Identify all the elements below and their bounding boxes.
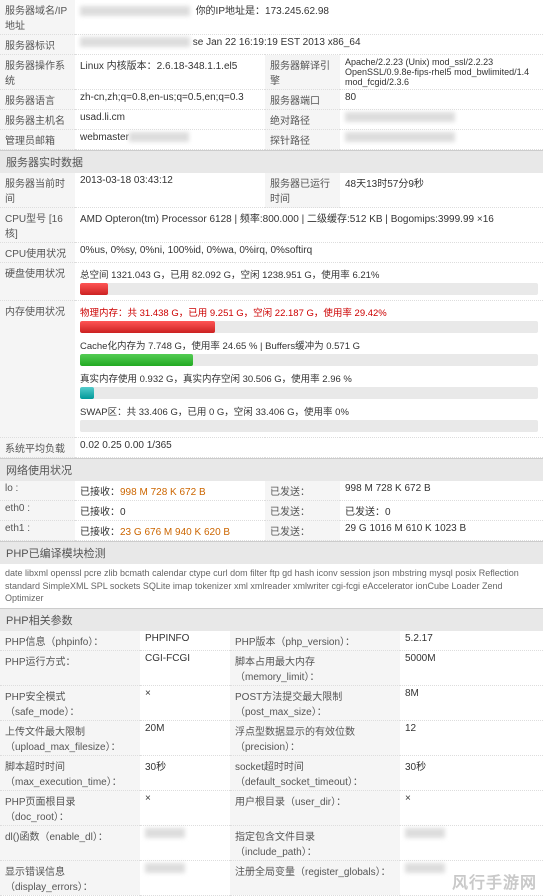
- exectime-value: 30秒: [140, 755, 230, 790]
- docroot-value: ×: [140, 790, 230, 825]
- lo-label: lo :: [0, 481, 75, 501]
- memlimit-label: 脚本占用最大内存（memory_limit）：: [230, 650, 400, 685]
- lo-tx: 998 M 728 K 672 B: [340, 481, 543, 501]
- phpmod-list: date libxml openssl pcre zlib bcmath cal…: [0, 564, 543, 608]
- phpver-value: 5.2.17: [400, 631, 543, 651]
- eth0-label: eth0 :: [0, 501, 75, 521]
- eth0-tx-lbl: 已发送：: [265, 501, 340, 521]
- phpparam-header: PHP相关参数: [0, 608, 543, 631]
- uptime-label: 服务器已运行时间: [265, 173, 340, 208]
- port-value: 80: [340, 90, 543, 110]
- upload-value: 20M: [140, 720, 230, 755]
- probe-label: 探针路径: [265, 130, 340, 150]
- mem-block: 物理内存：共 31.438 G，已用 9.251 G，空闲 22.187 G，使…: [75, 301, 543, 438]
- engine-label: 服务器解译引擎: [265, 55, 340, 90]
- precision-value: 12: [400, 720, 543, 755]
- admin-label: 管理员邮箱: [0, 130, 75, 150]
- postmax-value: 8M: [400, 685, 543, 720]
- server-id-value: se Jan 22 16:19:19 EST 2013 x86_64: [75, 35, 543, 55]
- includepath-label: 指定包含文件目录（include_path）：: [230, 825, 400, 860]
- server-info-table: 服务器域名/IP地址 你的IP地址是：173.245.62.98 服务器标识 s…: [0, 0, 543, 150]
- realtime-table: 服务器当前时间 2013-03-18 03:43:12 服务器已运行时间 48天…: [0, 173, 543, 458]
- eth1-tx-lbl: 已发送：: [265, 521, 340, 541]
- phpver-label: PHP版本（php_version）：: [230, 631, 400, 651]
- runmode-value: CGI-FCGI: [140, 650, 230, 685]
- displayerr-label: 显示错误信息（display_errors）：: [0, 860, 140, 895]
- load-value: 0.02 0.25 0.00 1/365: [75, 438, 543, 458]
- cpu-usage-value: 0%us, 0%sy, 0%ni, 100%id, 0%wa, 0%irq, 0…: [75, 243, 543, 263]
- os-label: 服务器操作系统: [0, 55, 75, 90]
- hostname-value: usad.li.cm: [75, 110, 265, 130]
- disk-bar: [80, 283, 538, 295]
- admin-value: webmaster: [75, 130, 265, 150]
- domain-ip-value: 你的IP地址是：173.245.62.98: [75, 0, 543, 35]
- mem-phys-bar: [80, 321, 538, 333]
- lo-tx-lbl: 已发送：: [265, 481, 340, 501]
- displayerr-value: [140, 860, 230, 895]
- network-header: 网络使用状况: [0, 458, 543, 481]
- disk-value: 总空间 1321.043 G，已用 82.092 G，空闲 1238.951 G…: [75, 263, 543, 301]
- engine-value: Apache/2.2.23 (Unix) mod_ssl/2.2.23 Open…: [340, 55, 543, 90]
- domain-ip-label: 服务器域名/IP地址: [0, 0, 75, 35]
- lang-label: 服务器语言: [0, 90, 75, 110]
- probe-value: [340, 130, 543, 150]
- network-table: lo : 已接收：998 M 728 K 672 B 已发送： 998 M 72…: [0, 481, 543, 541]
- lang-value: zh-cn,zh;q=0.8,en-us;q=0.5,en;q=0.3: [75, 90, 265, 110]
- abspath-value: [340, 110, 543, 130]
- mem-swap-bar: [80, 420, 538, 432]
- cpu-model-value: AMD Opteron(tm) Processor 6128 | 频率:800.…: [75, 208, 543, 243]
- safemode-label: PHP安全模式（safe_mode）：: [0, 685, 140, 720]
- regglobals-label: 注册全局变量（register_globals）：: [230, 860, 400, 895]
- phpparam-table: PHP信息（phpinfo）： PHPINFO PHP版本（php_versio…: [0, 631, 543, 896]
- mem-label: 内存使用状况: [0, 301, 75, 438]
- eth0-rx: 已接收：0: [75, 501, 265, 521]
- load-label: 系统平均负载: [0, 438, 75, 458]
- includepath-value: [400, 825, 543, 860]
- cpu-usage-label: CPU使用状况: [0, 243, 75, 263]
- eth1-label: eth1 :: [0, 521, 75, 541]
- runmode-label: PHP运行方式：: [0, 650, 140, 685]
- uptime-value: 48天13时57分9秒: [340, 173, 543, 208]
- abspath-label: 绝对路径: [265, 110, 340, 130]
- port-label: 服务器端口: [265, 90, 340, 110]
- eth1-rx: 已接收：23 G 676 M 940 K 620 B: [75, 521, 265, 541]
- sockettime-label: socket超时时间（default_socket_timeout）：: [230, 755, 400, 790]
- exectime-label: 脚本超时时间（max_execution_time）：: [0, 755, 140, 790]
- sockettime-value: 30秒: [400, 755, 543, 790]
- realtime-header: 服务器实时数据: [0, 150, 543, 173]
- phpmod-header: PHP已编译模块检测: [0, 541, 543, 564]
- time-label: 服务器当前时间: [0, 173, 75, 208]
- eth1-tx: 29 G 1016 M 610 K 1023 B: [340, 521, 543, 541]
- precision-label: 浮点型数据显示的有效位数（precision）：: [230, 720, 400, 755]
- time-value: 2013-03-18 03:43:12: [75, 173, 265, 208]
- safemode-value: ×: [140, 685, 230, 720]
- upload-label: 上传文件最大限制（upload_max_filesize）：: [0, 720, 140, 755]
- enabledl-label: dl()函数（enable_dl）：: [0, 825, 140, 860]
- cpu-model-label: CPU型号 [16核]: [0, 208, 75, 243]
- mem-real-bar: [80, 387, 538, 399]
- lo-rx: 已接收：998 M 728 K 672 B: [75, 481, 265, 501]
- userdir-label: 用户根目录（user_dir）：: [230, 790, 400, 825]
- eth0-tx: 已发送：0: [340, 501, 543, 521]
- docroot-label: PHP页面根目录（doc_root）：: [0, 790, 140, 825]
- phpinfo-label: PHP信息（phpinfo）：: [0, 631, 140, 651]
- disk-label: 硬盘使用状况: [0, 263, 75, 301]
- os-value: Linux 内核版本：2.6.18-348.1.1.el5: [75, 55, 265, 90]
- server-id-label: 服务器标识: [0, 35, 75, 55]
- userdir-value: ×: [400, 790, 543, 825]
- phpinfo-link[interactable]: PHPINFO: [140, 631, 230, 651]
- enabledl-value: [140, 825, 230, 860]
- memlimit-value: 5000M: [400, 650, 543, 685]
- hostname-label: 服务器主机名: [0, 110, 75, 130]
- watermark-text: 风行手游网: [452, 869, 537, 893]
- mem-cache-bar: [80, 354, 538, 366]
- postmax-label: POST方法提交最大限制（post_max_size）：: [230, 685, 400, 720]
